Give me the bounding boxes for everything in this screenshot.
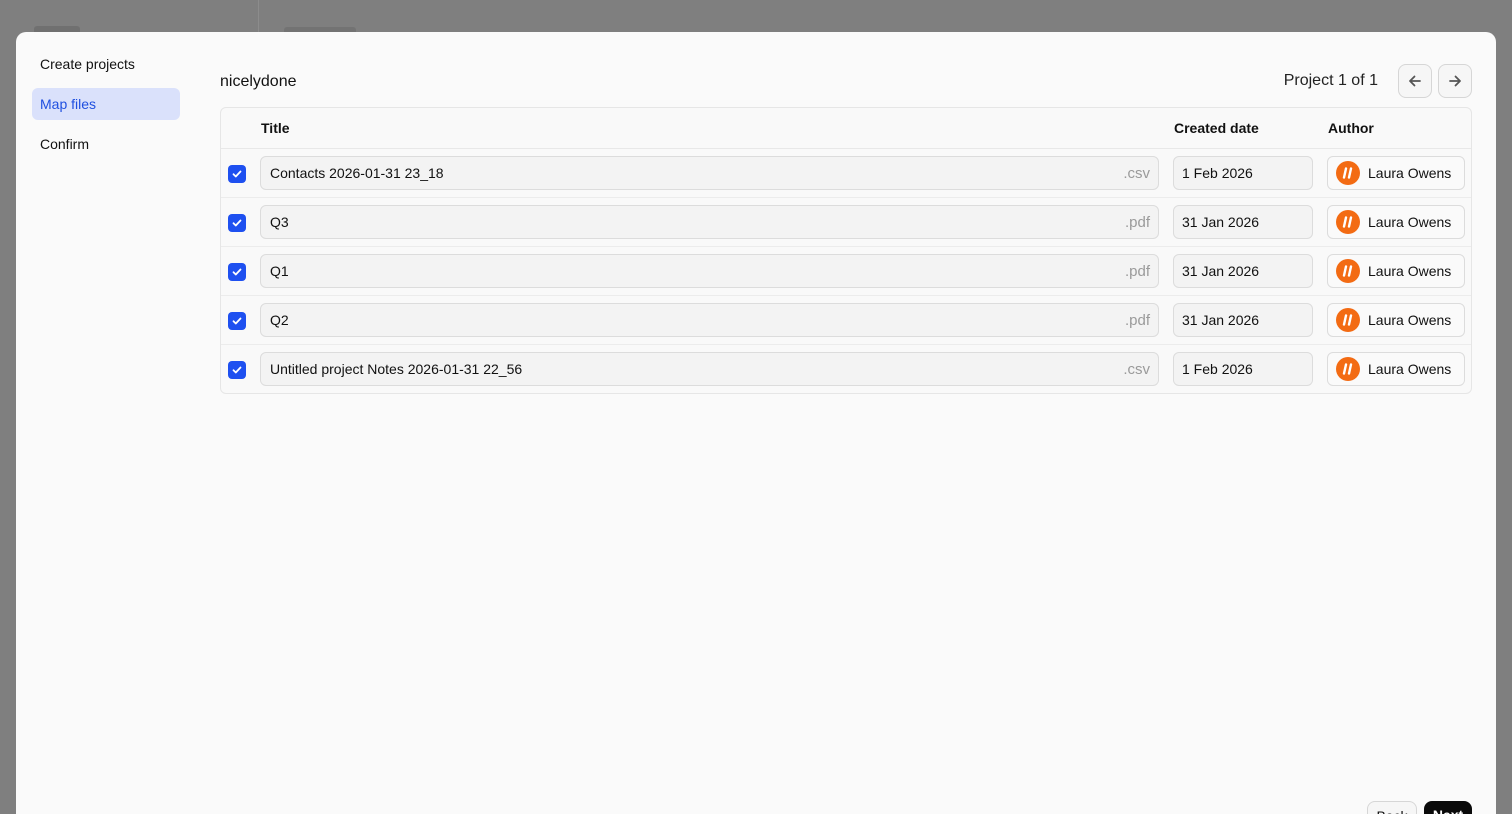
author-select[interactable]: Laura Owens (1327, 303, 1465, 337)
step-map-files[interactable]: Map files (32, 88, 180, 120)
author-name: Laura Owens (1368, 361, 1452, 377)
author-select[interactable]: Laura Owens (1327, 254, 1465, 288)
avatar (1336, 210, 1360, 234)
next-project-button[interactable] (1438, 64, 1472, 98)
author-select[interactable]: Laura Owens (1327, 352, 1465, 386)
pager-text: Project 1 of 1 (1283, 72, 1378, 89)
table-row: Q1 .pdf 31 Jan 2026 Laura Owens (221, 247, 1471, 296)
created-date-input[interactable]: 1 Feb 2026 (1173, 156, 1313, 190)
author-logo-icon (1342, 363, 1353, 375)
author-select[interactable]: Laura Owens (1327, 205, 1465, 239)
created-date-input[interactable]: 31 Jan 2026 (1173, 254, 1313, 288)
project-name: nicelydone (220, 73, 297, 90)
next-button[interactable]: Next (1424, 801, 1472, 814)
avatar (1336, 259, 1360, 283)
title-input[interactable]: Q3 .pdf (260, 205, 1159, 239)
author-name: Laura Owens (1368, 312, 1452, 328)
checkmark-icon (232, 366, 242, 374)
title-value: Q3 (270, 214, 289, 230)
title-value: Q2 (270, 312, 289, 328)
title-input[interactable]: Contacts 2026-01-31 23_18 .csv (260, 156, 1159, 190)
table-row: Untitled project Notes 2026-01-31 22_56 … (221, 345, 1471, 394)
column-header-title: Title (261, 120, 290, 136)
title-value: Contacts 2026-01-31 23_18 (270, 165, 444, 181)
checkmark-icon (232, 268, 242, 276)
import-modal: Create projects Map files Confirm nicely… (16, 32, 1496, 814)
arrow-left-icon (1409, 75, 1421, 87)
row-checkbox[interactable] (228, 263, 246, 281)
avatar (1336, 308, 1360, 332)
table-row: Q2 .pdf 31 Jan 2026 Laura Owens (221, 296, 1471, 345)
avatar (1336, 357, 1360, 381)
avatar (1336, 161, 1360, 185)
panel-header: nicelydone Project 1 of 1 (220, 64, 1472, 100)
prev-project-button[interactable] (1398, 64, 1432, 98)
background-divider (258, 0, 259, 32)
file-extension: .pdf (1124, 262, 1150, 280)
created-date-input[interactable]: 31 Jan 2026 (1173, 205, 1313, 239)
column-header-author: Author (1328, 120, 1374, 136)
file-extension: .csv (1123, 164, 1150, 182)
column-header-created-date: Created date (1174, 120, 1259, 136)
row-checkbox[interactable] (228, 214, 246, 232)
row-checkbox[interactable] (228, 361, 246, 379)
author-name: Laura Owens (1368, 165, 1452, 181)
author-logo-icon (1342, 167, 1353, 179)
project-pager: Project 1 of 1 (1284, 64, 1472, 98)
step-create-projects[interactable]: Create projects (32, 48, 180, 80)
author-logo-icon (1342, 216, 1353, 228)
table-row: Q3 .pdf 31 Jan 2026 Laura Owens (221, 198, 1471, 247)
step-list: Create projects Map files Confirm (32, 48, 180, 168)
step-confirm[interactable]: Confirm (32, 128, 180, 160)
map-files-panel: nicelydone Project 1 of 1 Title Created … (220, 64, 1472, 394)
row-checkbox[interactable] (228, 165, 246, 183)
background-app (0, 0, 1512, 32)
created-date-input[interactable]: 1 Feb 2026 (1173, 352, 1313, 386)
file-extension: .pdf (1124, 213, 1150, 231)
checkmark-icon (232, 219, 242, 227)
author-logo-icon (1342, 265, 1353, 277)
created-date-input[interactable]: 31 Jan 2026 (1173, 303, 1313, 337)
author-name: Laura Owens (1368, 214, 1452, 230)
title-input[interactable]: Q2 .pdf (260, 303, 1159, 337)
title-input[interactable]: Untitled project Notes 2026-01-31 22_56 … (260, 352, 1159, 386)
author-logo-icon (1342, 314, 1353, 326)
files-table: Title Created date Author Contacts 2026-… (220, 107, 1472, 394)
title-input[interactable]: Q1 .pdf (260, 254, 1159, 288)
file-extension: .csv (1123, 360, 1150, 378)
checkmark-icon (232, 170, 242, 178)
row-checkbox[interactable] (228, 312, 246, 330)
title-value: Untitled project Notes 2026-01-31 22_56 (270, 361, 523, 377)
author-select[interactable]: Laura Owens (1327, 156, 1465, 190)
table-header: Title Created date Author (221, 108, 1471, 149)
file-extension: .pdf (1124, 311, 1150, 329)
arrow-right-icon (1449, 75, 1461, 87)
title-value: Q1 (270, 263, 289, 279)
back-button[interactable]: Back (1367, 801, 1417, 814)
author-name: Laura Owens (1368, 263, 1452, 279)
checkmark-icon (232, 317, 242, 325)
table-row: Contacts 2026-01-31 23_18 .csv 1 Feb 202… (221, 149, 1471, 198)
